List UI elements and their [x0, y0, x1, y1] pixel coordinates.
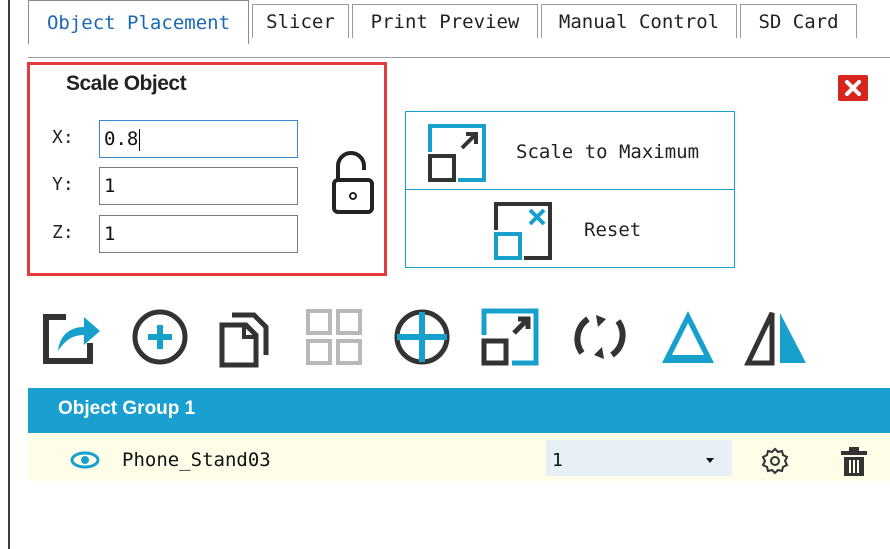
y-label: Y: [52, 174, 74, 195]
x-scale-value: 0.8 [104, 128, 139, 150]
scale-icon[interactable] [478, 305, 542, 369]
y-scale-input[interactable]: 1 [99, 167, 298, 205]
y-scale-value: 1 [104, 175, 116, 197]
x-label: X: [52, 127, 74, 148]
tab-sd-card[interactable]: SD Card [740, 4, 857, 38]
chevron-down-icon [706, 458, 714, 463]
copies-select[interactable] [546, 440, 732, 476]
reset-label: Reset [584, 219, 642, 241]
lock-open-icon[interactable] [328, 150, 378, 220]
tab-manual-control[interactable]: Manual Control [541, 4, 737, 38]
trash-icon[interactable] [840, 446, 868, 478]
scale-object-title: Scale Object [66, 72, 187, 95]
text-caret [139, 128, 141, 151]
center-icon[interactable] [390, 305, 454, 369]
z-scale-value: 1 [104, 223, 116, 245]
eye-icon[interactable] [70, 450, 100, 470]
tab-object-placement[interactable]: Object Placement [28, 0, 249, 44]
close-icon [845, 80, 861, 96]
reset-button[interactable]: Reset [405, 189, 735, 268]
left-border [8, 0, 10, 549]
reset-scale-icon [494, 202, 552, 260]
gear-icon[interactable] [760, 446, 790, 476]
z-scale-input[interactable]: 1 [99, 215, 298, 253]
z-label: Z: [52, 222, 74, 243]
grid-icon[interactable] [302, 305, 366, 369]
lay-flat-icon[interactable] [656, 305, 720, 369]
copy-icon[interactable] [214, 305, 278, 369]
mirror-icon[interactable] [744, 305, 808, 369]
object-group-header[interactable]: Object Group 1 [28, 388, 890, 433]
scale-to-maximum-button[interactable]: Scale to Maximum [405, 111, 735, 190]
tab-slicer[interactable]: Slicer [252, 4, 349, 38]
tab-underline [28, 57, 890, 58]
object-name: Phone_Stand03 [122, 449, 271, 471]
rotate-icon[interactable] [568, 305, 632, 369]
scale-maximum-icon [428, 124, 486, 182]
share-icon[interactable] [38, 305, 102, 369]
tab-print-preview[interactable]: Print Preview [352, 4, 538, 38]
copies-select-value: 1 [552, 450, 563, 471]
scale-to-maximum-label: Scale to Maximum [516, 141, 700, 163]
object-group-title: Object Group 1 [58, 398, 196, 419]
x-scale-input[interactable]: 0.8 [99, 120, 298, 158]
add-icon[interactable] [128, 305, 192, 369]
close-button[interactable] [838, 75, 868, 101]
